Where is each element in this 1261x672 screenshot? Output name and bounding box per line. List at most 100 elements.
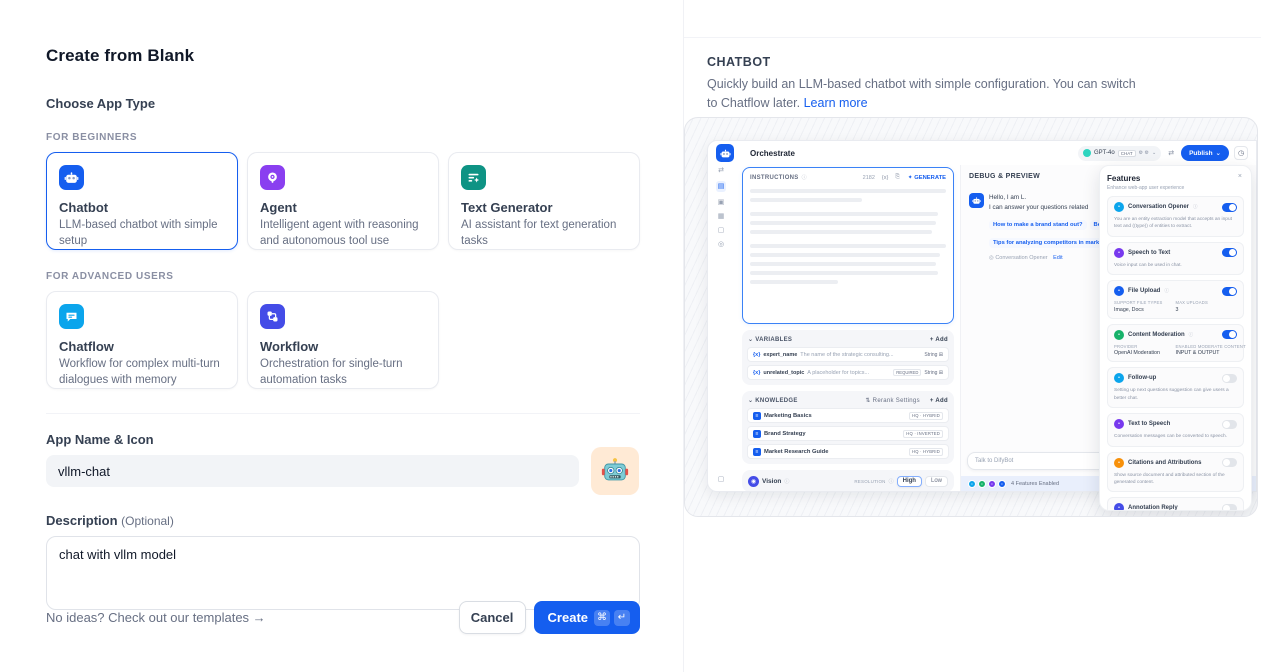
choose-app-type-label: Choose App Type <box>46 96 640 111</box>
rerank-settings-button: ⇅ Rerank Settings <box>865 397 919 404</box>
card-title: Agent <box>260 200 426 215</box>
toggle-on <box>1222 203 1237 212</box>
app-name-input[interactable] <box>46 455 579 487</box>
suggested-question: Tips for analyzing competitors in market <box>989 238 1108 248</box>
speech-feature-icon: • <box>988 480 996 488</box>
toggle-off <box>1222 504 1237 511</box>
app-icon-button[interactable] <box>591 447 639 495</box>
card-desc: LLM-based chatbot with simple setup <box>59 218 225 249</box>
preview-app-icon <box>716 144 734 162</box>
instructions-panel: INSTRUCTIONS ⓘ 2182 {x} ⎘ ✦ GENERATE <box>742 167 954 324</box>
knowledge-section: ⌄ KNOWLEDGE ⇅ Rerank Settings + Add ≡ Ma… <box>742 391 954 464</box>
shield-icon: • <box>1114 330 1124 340</box>
close-icon: × <box>1238 173 1242 180</box>
card-desc: Workflow for complex multi-turn dialogue… <box>59 357 225 388</box>
advanced-cards: Chatflow Workflow for complex multi-turn… <box>46 291 640 389</box>
knowledge-label: ⌄ KNOWLEDGE <box>748 397 798 404</box>
model-settings-icons: ⚙ ⚙ <box>1139 150 1149 156</box>
citation-icon: • <box>1114 458 1124 468</box>
app-type-card-agent[interactable]: Agent Intelligent agent with reasoning a… <box>247 152 439 250</box>
compare-icon: ⇄ <box>1168 149 1174 157</box>
copy-icon: ⎘ <box>895 174 899 181</box>
features-enabled-count: 4 Features Enabled <box>1011 481 1059 487</box>
moderation-feature-icon: • <box>978 480 986 488</box>
chatbot-preview-image: Orchestrate GPT-4o CHAT ⚙ ⚙ ⌄ ⇄ Publish⌄… <box>684 117 1258 517</box>
knowledge-row: ≡ Marketing Basics HQ · HYBRID <box>747 408 949 423</box>
suggested-question: How to make a brand stand out? <box>989 220 1087 230</box>
feature-item-text-to-speech: • Text to Speech Conversation messages c… <box>1107 413 1244 446</box>
publish-button: Publish⌄ <box>1181 145 1229 161</box>
cancel-button[interactable]: Cancel <box>459 601 526 634</box>
create-app-dialog: Create from Blank Choose App Type FOR BE… <box>0 0 683 672</box>
for-advanced-users-label: FOR ADVANCED USERS <box>46 271 640 282</box>
orchestrate-tab-icon: ▤ <box>716 181 727 192</box>
variable-insert-icon: {x} <box>882 175 888 181</box>
detail-description: Quickly build an LLM-based chatbot with … <box>707 75 1145 113</box>
learn-more-link[interactable]: Learn more <box>804 96 868 110</box>
robot-emoji-icon <box>600 456 630 486</box>
document-icon: ≡ <box>753 448 761 456</box>
card-title: Text Generator <box>461 200 627 215</box>
toggle-on <box>1222 330 1237 339</box>
feature-item-follow-up: • Follow-up Setting up next questions su… <box>1107 367 1244 408</box>
card-title: Workflow <box>260 339 426 354</box>
toggle-off <box>1222 374 1237 383</box>
conversation-opener-icon: • <box>1114 202 1124 212</box>
description-textarea[interactable]: chat with vllm model <box>46 536 640 610</box>
feature-item-file-upload: • File Upload ⓘ SUPPORT FILE TYPESImage,… <box>1107 280 1244 319</box>
info-icon: ⓘ <box>802 174 807 181</box>
folder-icon: • <box>1114 286 1124 296</box>
templates-link[interactable]: No ideas? Check out our templates → <box>46 610 266 625</box>
features-title: Features <box>1107 174 1244 183</box>
card-desc: Intelligent agent with reasoning and aut… <box>260 218 426 249</box>
preview-sidebar: ⇄ ▤ ▣ ▦ ▢ ◎ ▢ <box>708 165 734 491</box>
workflow-icon <box>260 304 285 329</box>
dialog-title: Create from Blank <box>46 46 640 66</box>
app-name-label: App Name & Icon <box>46 432 640 447</box>
document-icon: ≡ <box>753 412 761 420</box>
create-button[interactable]: Create ⌘ ↵ <box>534 601 640 634</box>
toggle-on <box>1222 248 1237 257</box>
generate-button: ✦ GENERATE <box>908 175 946 181</box>
edit-opener-link: Edit <box>1053 255 1062 261</box>
knowledge-row: ≡ Brand Strategy HQ · INVERTED <box>747 426 949 441</box>
app-type-card-workflow[interactable]: Workflow Orchestration for single-turn a… <box>247 291 439 389</box>
app-type-card-text-generator[interactable]: Text Generator AI assistant for text gen… <box>448 152 640 250</box>
greeting-line2: I can answer your questions related <box>989 204 1088 211</box>
opener-feature-icon: • <box>968 480 976 488</box>
variables-section: ⌄ VARIABLES + Add {x} expert_name The na… <box>742 330 954 385</box>
detail-heading: CHATBOT <box>707 55 1261 69</box>
feature-item-citations: • Citations and Attributions Show source… <box>1107 452 1244 493</box>
info-icon: ⓘ <box>889 478 894 485</box>
vision-icon: ◉ <box>748 476 759 487</box>
resolution-high-option: High <box>897 476 922 487</box>
feature-item-content-moderation: • Content Moderation ⓘ PROVIDEROpenAI Mo… <box>1107 324 1244 363</box>
model-provider-icon <box>1083 149 1091 157</box>
variable-row: {x} unrelated_topic A placeholder for to… <box>747 365 949 380</box>
image-tool-icon: ▣ <box>718 199 725 206</box>
toggle-on <box>1222 287 1237 296</box>
chatbot-icon <box>59 165 84 190</box>
feature-item-conversation-opener: • Conversation Opener ⓘ You are an entit… <box>1107 196 1244 237</box>
required-badge: REQUIRED <box>893 369 921 376</box>
feature-item-speech-to-text: • Speech to Text Voice input can be used… <box>1107 242 1244 275</box>
history-icon: ◷ <box>1234 146 1248 160</box>
model-chevron-icon: ⌄ <box>1152 150 1156 156</box>
model-chat-badge: CHAT <box>1118 150 1136 157</box>
info-icon: ⓘ <box>784 478 789 485</box>
cmd-key-icon: ⌘ <box>594 610 610 626</box>
conversation-opener-label: ◎ Conversation Opener <box>989 255 1048 261</box>
features-panel: Features × Enhance web-app user experien… <box>1099 165 1252 511</box>
collapse-icon: ⇄ <box>718 167 724 174</box>
create-button-label: Create <box>548 610 588 625</box>
variable-row: {x} expert_name The name of the strategi… <box>747 347 949 362</box>
description-label: Description (Optional) <box>46 513 640 528</box>
vision-row: ◉ Vision ⓘ RESOLUTION ⓘ High Low <box>742 470 954 492</box>
chatflow-icon <box>59 304 84 329</box>
features-subtitle: Enhance web-app user experience <box>1107 185 1244 191</box>
app-type-card-chatbot[interactable]: Chatbot LLM-based chatbot with simple se… <box>46 152 238 250</box>
notes-tool-icon: ▢ <box>718 227 725 234</box>
toggle-off <box>1222 420 1237 429</box>
card-title: Chatbot <box>59 200 225 215</box>
app-type-card-chatflow[interactable]: Chatflow Workflow for complex multi-turn… <box>46 291 238 389</box>
